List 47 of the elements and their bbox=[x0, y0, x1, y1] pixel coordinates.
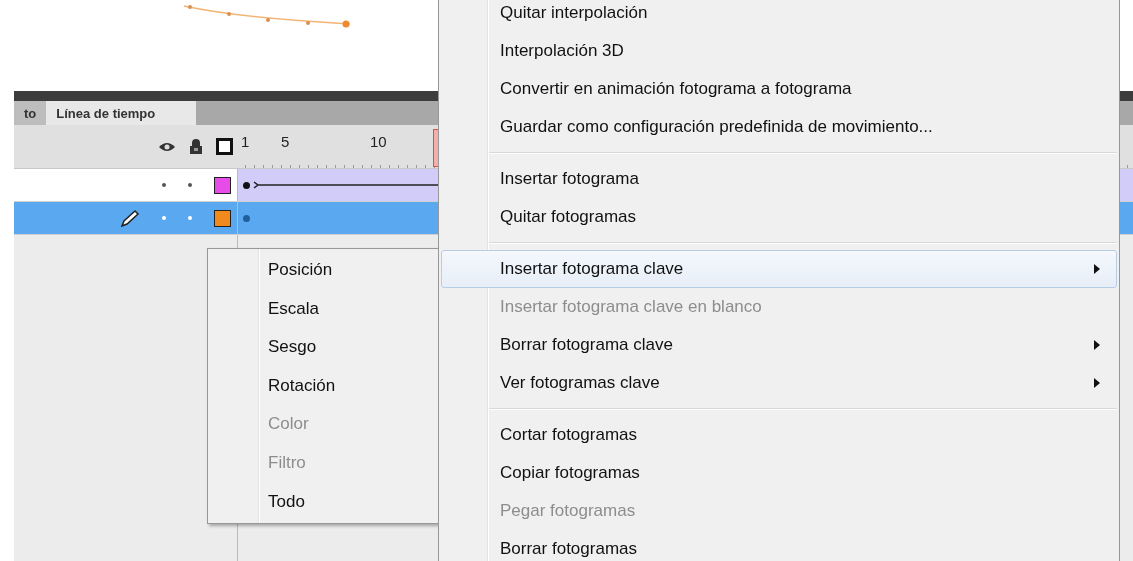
menu-item-label: Copiar fotogramas bbox=[500, 463, 640, 483]
menu-item[interactable]: Ver fotogramas clave bbox=[441, 364, 1117, 402]
lock-dot[interactable] bbox=[188, 216, 192, 220]
menu-item-label: Interpolación 3D bbox=[500, 41, 624, 61]
menu-item[interactable]: Guardar como configuración predefinida de movimiento... bbox=[441, 108, 1117, 146]
menu-item[interactable]: Quitar fotogramas bbox=[441, 198, 1117, 236]
menu-item-label: Guardar como configuración predefinida de movimiento... bbox=[500, 117, 933, 137]
menu-item-label: Insertar fotograma clave en blanco bbox=[500, 297, 762, 317]
menu-item[interactable]: Insertar fotograma clave bbox=[441, 250, 1117, 288]
frame-number: 1 bbox=[241, 133, 251, 150]
eye-icon[interactable] bbox=[158, 140, 176, 153]
menu-item[interactable]: Convertir en animación fotograma a fotograma bbox=[441, 70, 1117, 108]
layer-color-swatch[interactable] bbox=[214, 209, 231, 227]
lock-icon[interactable] bbox=[190, 139, 202, 154]
menu-item-label: Borrar fotogramas bbox=[500, 539, 637, 559]
menu-item[interactable]: Copiar fotogramas bbox=[441, 454, 1117, 492]
menu-item[interactable]: Rotación bbox=[208, 366, 442, 406]
panel-tab[interactable]: Línea de tiempo bbox=[46, 101, 197, 125]
menu-item-label: Cortar fotogramas bbox=[500, 425, 637, 445]
menu-item-label: Quitar interpolación bbox=[500, 3, 648, 23]
keyframe-dot bbox=[243, 181, 250, 189]
menu-item[interactable]: Escala bbox=[208, 289, 442, 329]
visibility-dot[interactable] bbox=[162, 216, 166, 220]
menu-item-label: Pegar fotogramas bbox=[500, 501, 636, 521]
menu-item[interactable]: Sesgo bbox=[208, 328, 442, 367]
menu-item[interactable]: Todo bbox=[208, 482, 442, 522]
keyframe-dot bbox=[243, 214, 250, 222]
menu-item-label: Convertir en animación fotograma a fotograma bbox=[500, 79, 852, 99]
visibility-dot[interactable] bbox=[162, 183, 166, 187]
menu-item[interactable]: Cortar fotogramas bbox=[441, 416, 1117, 454]
outline-icon[interactable] bbox=[216, 138, 233, 155]
menu-item[interactable]: Borrar fotogramas bbox=[441, 530, 1117, 561]
frame-number: 10 bbox=[370, 133, 388, 150]
frame-number: 5 bbox=[281, 133, 291, 150]
menu-item[interactable]: Insertar fotograma bbox=[441, 160, 1117, 198]
menu-item-label: Insertar fotograma clave bbox=[500, 259, 684, 279]
layer-color-swatch[interactable] bbox=[214, 176, 231, 194]
lock-dot[interactable] bbox=[188, 183, 192, 187]
menu-item-label: Borrar fotograma clave bbox=[500, 335, 673, 355]
menu-item[interactable]: Posición bbox=[208, 251, 442, 290]
menu-item-label: Quitar fotogramas bbox=[500, 207, 637, 227]
menu-item[interactable]: Borrar fotograma clave bbox=[441, 326, 1117, 364]
menu-item[interactable]: Interpolación 3D bbox=[441, 32, 1117, 70]
menu-item-label: Insertar fotograma bbox=[500, 169, 639, 189]
menu-item[interactable]: Quitar interpolación bbox=[441, 0, 1117, 32]
panel-tab[interactable]: to bbox=[14, 101, 47, 125]
menu-item-label: Ver fotogramas clave bbox=[500, 373, 660, 393]
